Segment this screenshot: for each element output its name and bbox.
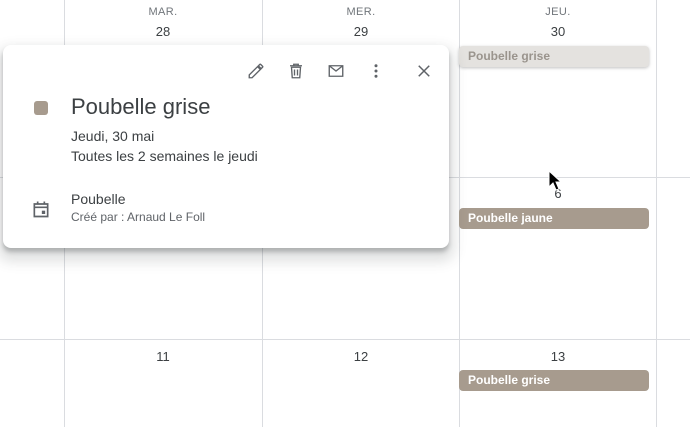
column-divider (656, 0, 657, 427)
week-divider (0, 339, 690, 340)
event-details-popup: Poubelle grise Jeudi, 30 mai Toutes les … (3, 45, 449, 248)
mouse-pointer-icon (548, 170, 563, 191)
more-options-icon (374, 64, 378, 78)
day-of-week: MER. (346, 6, 376, 18)
event-chip[interactable]: Poubelle jaune (459, 208, 649, 229)
day-header-wed[interactable]: MER. 29 (263, 0, 459, 39)
more-options-button[interactable] (362, 57, 390, 85)
email-icon (328, 65, 344, 77)
event-recurrence: Toutes les 2 semaines le jeudi (71, 148, 258, 164)
day-number[interactable]: 29 (263, 24, 459, 39)
calendar-name: Poubelle (71, 191, 126, 207)
event-chip-selected[interactable]: Poubelle grise (459, 46, 649, 67)
event-date: Jeudi, 30 mai (71, 128, 155, 144)
day-number[interactable]: 12 (263, 349, 459, 364)
event-chip[interactable]: Poubelle grise (459, 370, 649, 391)
day-number[interactable]: 11 (65, 349, 261, 364)
day-header-tue[interactable]: MAR. 28 (65, 0, 261, 39)
day-number[interactable]: 30 (460, 24, 656, 39)
calendar-icon (33, 201, 49, 218)
email-button[interactable] (322, 57, 350, 85)
delete-button[interactable] (282, 57, 310, 85)
close-button[interactable] (410, 57, 438, 85)
delete-icon (290, 63, 302, 79)
event-title: Poubelle grise (71, 94, 211, 119)
close-icon (418, 65, 430, 77)
day-number[interactable]: 13 (460, 349, 656, 364)
day-of-week: MAR. (148, 6, 178, 18)
event-creator: Créé par : Arnaud Le Foll (71, 210, 206, 224)
calendar-color-swatch (34, 101, 48, 115)
day-number[interactable]: 28 (65, 24, 261, 39)
day-header-thu[interactable]: JEU. 30 (460, 0, 656, 39)
day-of-week: JEU. (545, 6, 571, 18)
edit-button[interactable] (242, 57, 270, 85)
edit-icon (248, 63, 264, 79)
